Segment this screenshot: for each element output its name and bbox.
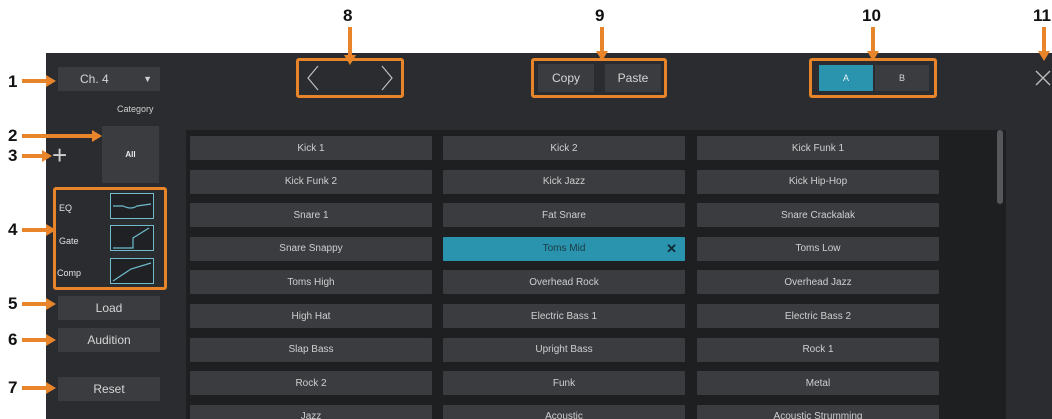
preset-label: Snare Crackalak — [781, 209, 855, 221]
callout-9: 9 — [595, 6, 605, 25]
preset-label: Kick 1 — [297, 142, 325, 154]
callout-arrow-9 — [596, 27, 608, 61]
preset-label: Kick 2 — [550, 142, 578, 154]
preset-item[interactable]: Kick Jazz — [443, 169, 685, 194]
preset-label: Toms High — [287, 276, 335, 288]
preset-item[interactable]: Acoustic — [443, 404, 685, 419]
callout-1: 1 — [8, 72, 18, 91]
callout-7: 7 — [8, 378, 18, 397]
callout-arrow-6 — [22, 334, 56, 346]
preset-item[interactable]: Rock 1 — [697, 337, 939, 362]
load-button[interactable]: Load — [58, 296, 160, 320]
callout-2: 2 — [8, 126, 18, 145]
preset-item[interactable]: Kick Funk 2 — [190, 169, 432, 194]
preset-label: Rock 2 — [295, 377, 327, 389]
preset-label: Overhead Jazz — [784, 276, 852, 288]
callout-box-9 — [531, 58, 667, 98]
add-category-icon[interactable]: + — [52, 142, 67, 168]
preset-label: Snare Snappy — [279, 243, 343, 255]
preset-label: Acoustic Strumming — [773, 411, 863, 419]
preset-label: Snare 1 — [293, 209, 329, 221]
callout-arrow-7 — [22, 382, 56, 394]
callout-arrow-4 — [22, 224, 56, 236]
preset-item[interactable]: Kick 2 — [443, 136, 685, 160]
preset-label: Kick Jazz — [542, 176, 586, 188]
preset-label: Metal — [805, 377, 831, 389]
preset-item[interactable]: Acoustic Strumming — [697, 404, 939, 419]
preset-item[interactable]: High Hat — [190, 304, 432, 328]
callout-arrow-11 — [1038, 27, 1050, 61]
callout-box-8 — [296, 58, 404, 98]
callout-11: 11 — [1033, 6, 1051, 25]
chevron-down-icon: ▼ — [143, 74, 152, 84]
preset-label: Rock 1 — [802, 344, 834, 356]
callout-5: 5 — [8, 294, 18, 313]
preset-label: Toms Low — [795, 243, 841, 255]
preset-item[interactable]: Snare Snappy — [190, 236, 432, 261]
preset-label: Funk — [552, 377, 576, 389]
preset-label: Toms Mid — [542, 243, 586, 255]
preset-label: Fat Snare — [542, 209, 586, 221]
callout-arrow-10 — [867, 27, 879, 61]
preset-list[interactable]: Kick 1 Kick 2 Kick Funk 1 Kick Funk 2 Kick J… — [186, 130, 1006, 419]
callout-arrow-3 — [22, 150, 52, 162]
preset-label: Electric Bass 2 — [784, 310, 852, 322]
preset-item[interactable]: Snare 1 — [190, 203, 432, 228]
preset-list-scrollbar[interactable] — [997, 130, 1003, 204]
callout-10: 10 — [862, 6, 881, 25]
callout-8: 8 — [343, 6, 353, 25]
category-label: Category — [117, 104, 154, 114]
preset-item[interactable]: Funk — [443, 371, 685, 396]
reset-button[interactable]: Reset — [58, 377, 160, 401]
preset-item[interactable]: Electric Bass 1 — [443, 304, 685, 328]
preset-item[interactable]: Kick Hip-Hop — [697, 169, 939, 194]
callout-arrow-1 — [22, 75, 56, 87]
preset-label: Kick Funk 1 — [791, 142, 845, 154]
preset-item[interactable]: Toms High — [190, 270, 432, 295]
preset-item-selected[interactable]: Toms Mid ✕ — [443, 236, 685, 261]
close-icon[interactable] — [1035, 70, 1051, 91]
preset-item[interactable]: Kick 1 — [190, 136, 432, 160]
preset-item[interactable]: Rock 2 — [190, 371, 432, 396]
channel-select-value: Ch. 4 — [80, 72, 109, 86]
callout-arrow-5 — [22, 298, 56, 310]
preset-item[interactable]: Metal — [697, 371, 939, 396]
preset-item[interactable]: Upright Bass — [443, 337, 685, 362]
preset-item[interactable]: Toms Low — [697, 236, 939, 261]
preset-item[interactable]: Electric Bass 2 — [697, 304, 939, 328]
callout-6: 6 — [8, 330, 18, 349]
callout-box-10 — [809, 58, 937, 98]
preset-label: Jazz — [300, 411, 322, 419]
preset-label: Acoustic — [545, 411, 583, 419]
preset-item[interactable]: Slap Bass — [190, 337, 432, 362]
category-all-button[interactable]: All — [102, 126, 159, 183]
preset-item[interactable]: Jazz — [190, 404, 432, 419]
preset-label: High Hat — [291, 310, 331, 322]
callout-4: 4 — [8, 220, 18, 239]
preset-label: Kick Funk 2 — [284, 176, 338, 188]
callout-3: 3 — [8, 146, 18, 165]
preset-item[interactable]: Snare Crackalak — [697, 203, 939, 228]
preset-label: Kick Hip-Hop — [788, 176, 848, 188]
preset-item[interactable]: Kick Funk 1 — [697, 136, 939, 160]
clear-selection-icon[interactable]: ✕ — [666, 241, 677, 257]
preset-label: Overhead Rock — [529, 276, 599, 288]
preset-label: Electric Bass 1 — [530, 310, 598, 322]
preset-label: Upright Bass — [535, 344, 593, 356]
preset-item[interactable]: Overhead Rock — [443, 270, 685, 295]
preset-label: Slap Bass — [288, 344, 334, 356]
channel-select[interactable]: Ch. 4 ▼ — [58, 67, 160, 91]
callout-box-4 — [53, 187, 167, 290]
preset-item[interactable]: Overhead Jazz — [697, 270, 939, 295]
audition-button[interactable]: Audition — [58, 328, 160, 352]
preset-item[interactable]: Fat Snare — [443, 203, 685, 228]
